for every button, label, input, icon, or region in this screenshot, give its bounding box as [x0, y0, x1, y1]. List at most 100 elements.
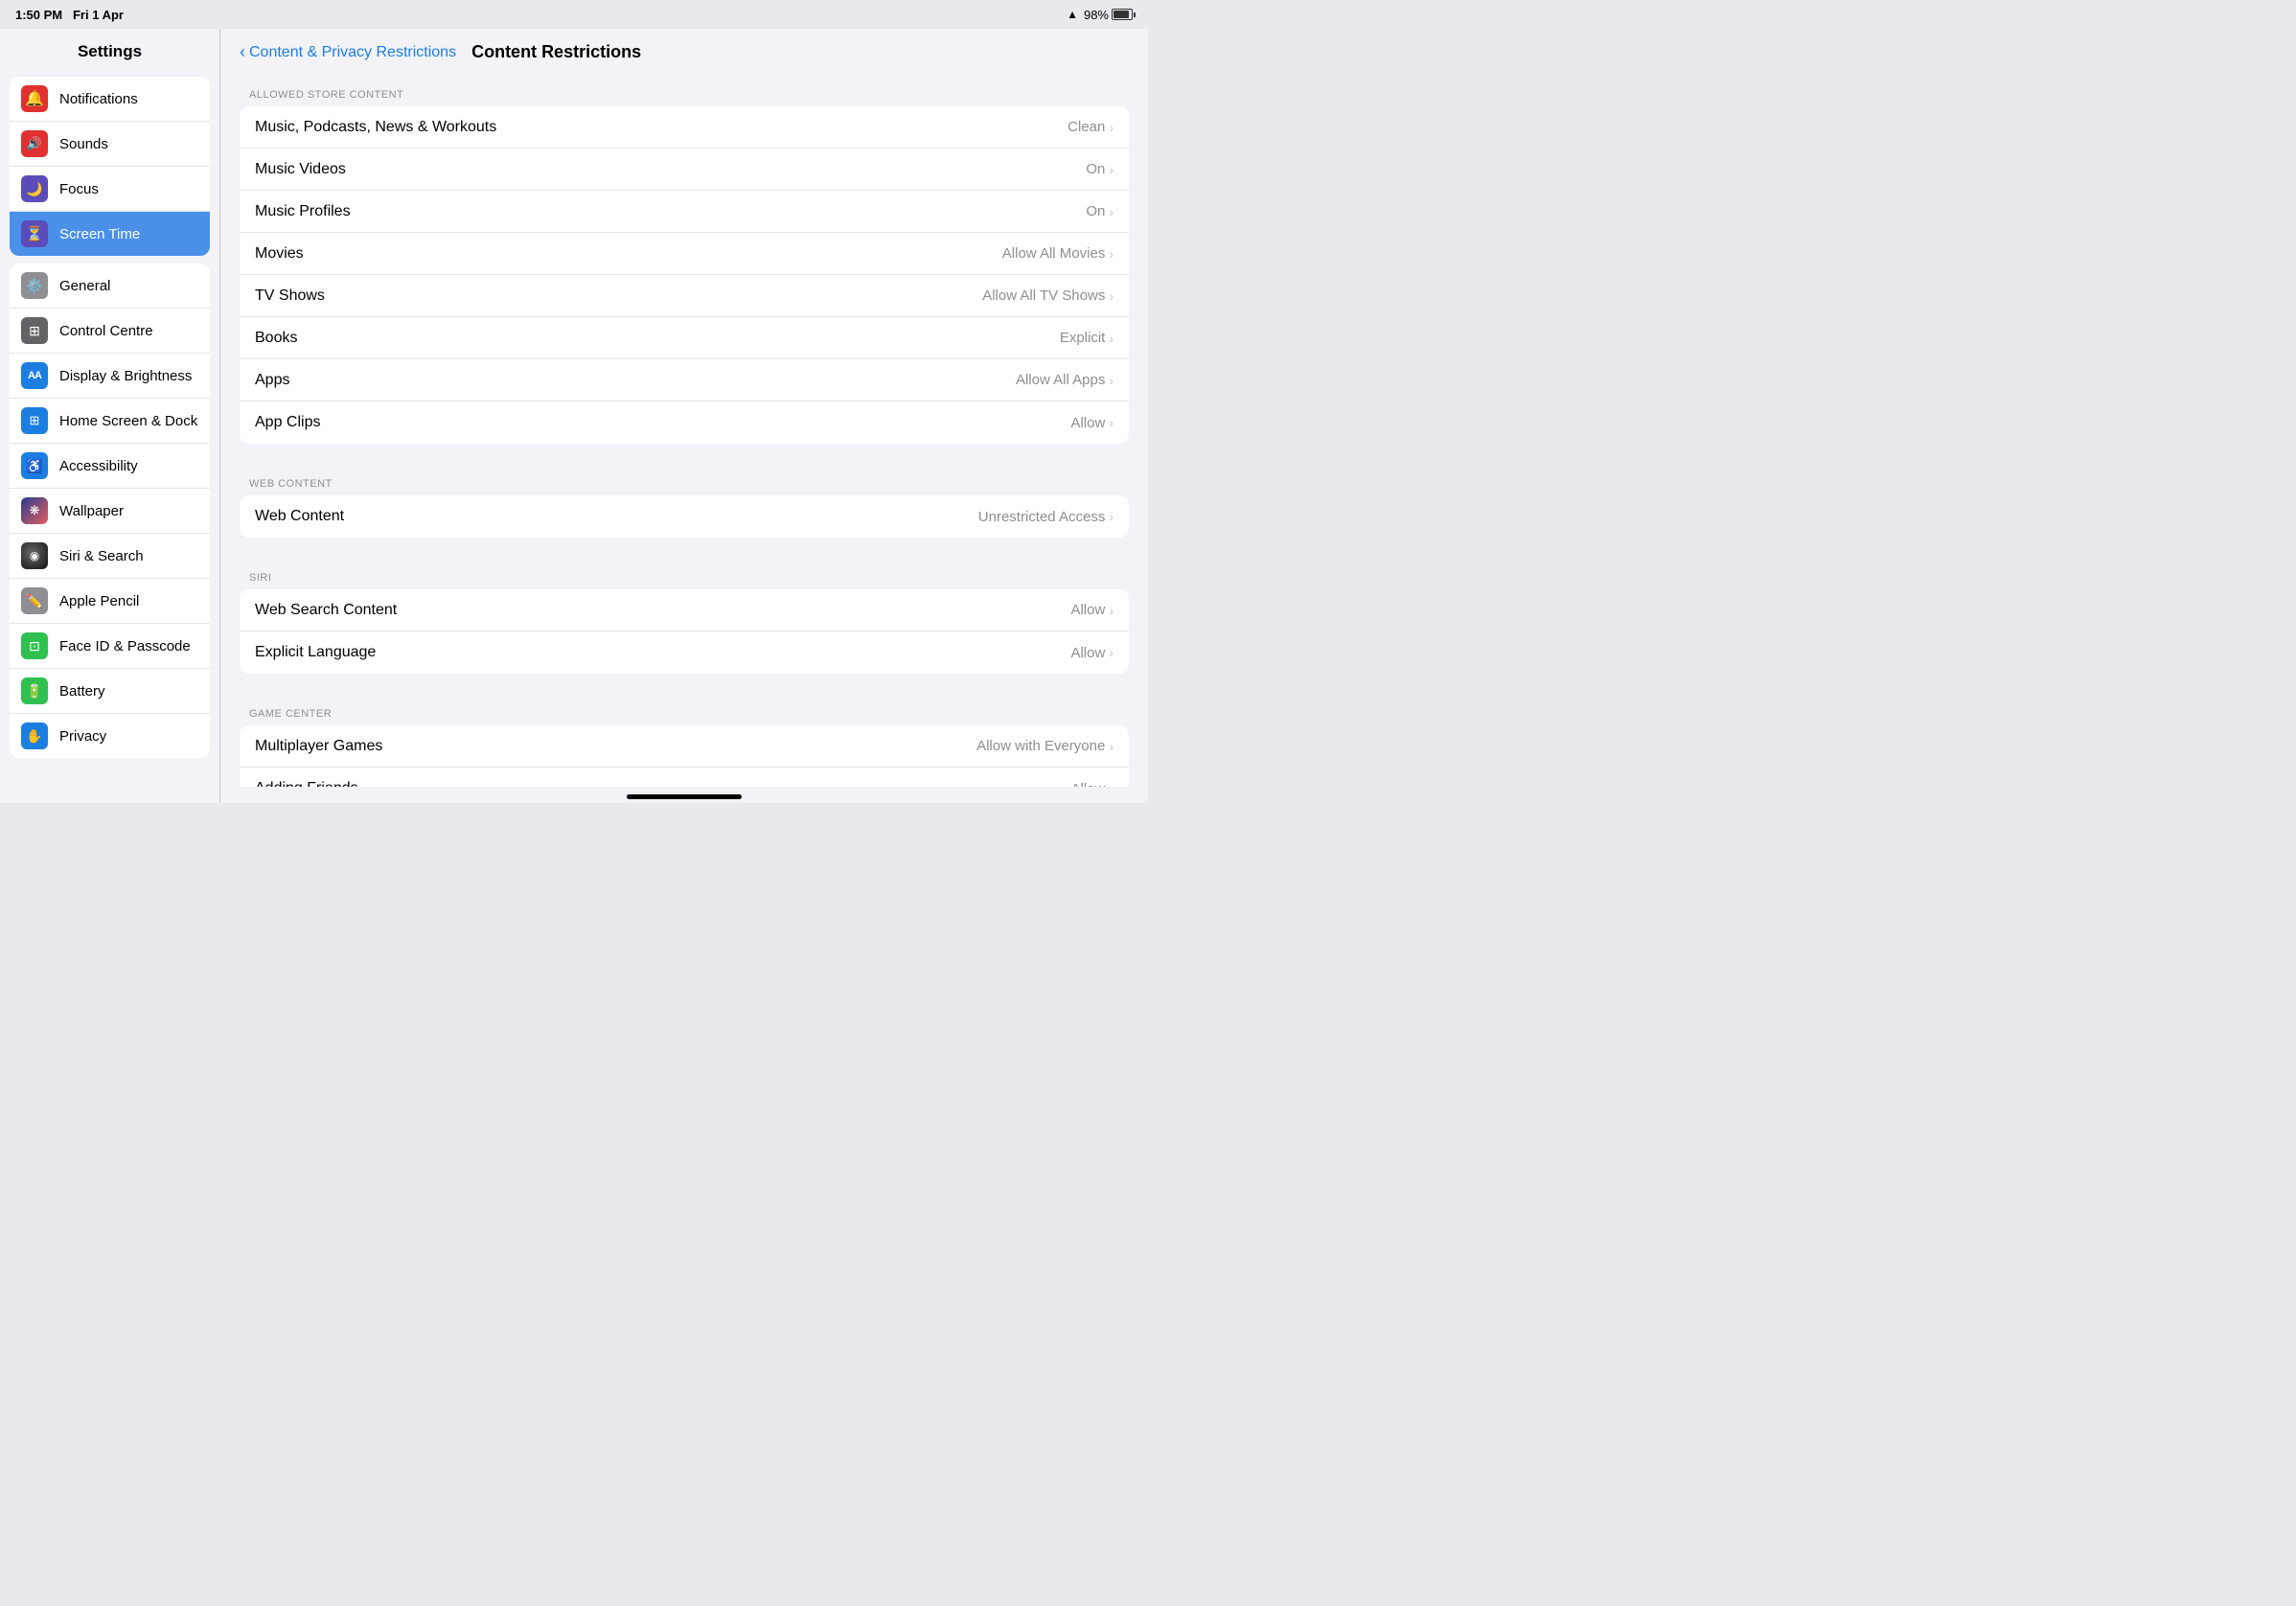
page-title: Content Restrictions [471, 42, 641, 62]
privacy-icon: ✋ [21, 723, 48, 749]
sidebar-item-general[interactable]: ⚙️ General [10, 264, 210, 309]
row-label: Movies [255, 245, 304, 263]
sidebar-item-notifications[interactable]: 🔔 Notifications [10, 77, 210, 122]
right-panel: ‹ Content & Privacy Restrictions Content… [220, 29, 1148, 803]
sidebar-item-label: Home Screen & Dock [59, 413, 197, 429]
screen-time-icon: ⏳ [21, 220, 48, 247]
row-label: Music, Podcasts, News & Workouts [255, 119, 496, 136]
sidebar-item-label: Display & Brightness [59, 368, 192, 384]
sidebar-item-battery[interactable]: 🔋 Battery [10, 669, 210, 714]
row-web-content[interactable]: Web Content Unrestricted Access › [240, 495, 1129, 538]
right-header: ‹ Content & Privacy Restrictions Content… [220, 29, 1148, 74]
chevron-right-icon: › [1109, 246, 1114, 262]
section-header-siri: SIRI [240, 557, 1129, 589]
sidebar-item-label: Privacy [59, 728, 106, 745]
sidebar-item-accessibility[interactable]: ♿ Accessibility [10, 444, 210, 489]
apple-pencil-icon: ✏️ [21, 587, 48, 614]
row-music-videos[interactable]: Music Videos On › [240, 149, 1129, 191]
battery-percentage: 98% [1084, 8, 1109, 22]
accessibility-icon: ♿ [21, 452, 48, 479]
row-apps[interactable]: Apps Allow All Apps › [240, 359, 1129, 402]
battery-fill [1114, 11, 1129, 18]
chevron-right-icon: › [1109, 781, 1114, 787]
chevron-right-icon: › [1109, 120, 1114, 135]
row-adding-friends[interactable]: Adding Friends Allow › [240, 768, 1129, 787]
chevron-right-icon: › [1109, 288, 1114, 304]
web-content-group: Web Content Unrestricted Access › [240, 495, 1129, 538]
row-right: Unrestricted Access › [978, 509, 1114, 525]
row-label: TV Shows [255, 287, 325, 305]
row-label: Web Search Content [255, 602, 397, 619]
row-value: On [1086, 161, 1105, 177]
sounds-icon: 🔊 [21, 130, 48, 157]
row-right: Allow › [1070, 781, 1114, 788]
chevron-right-icon: › [1109, 162, 1114, 177]
row-value: On [1086, 203, 1105, 219]
row-label: Multiplayer Games [255, 738, 382, 755]
back-button[interactable]: ‹ Content & Privacy Restrictions [240, 42, 456, 62]
siri-search-icon: ◉ [21, 542, 48, 569]
sidebar-item-face-id[interactable]: ⊡ Face ID & Passcode [10, 624, 210, 669]
chevron-right-icon: › [1109, 645, 1114, 660]
sidebar-item-label: Wallpaper [59, 503, 124, 519]
sidebar: Settings 🔔 Notifications 🔊 Sounds 🌙 Focu… [0, 29, 220, 803]
sidebar-item-apple-pencil[interactable]: ✏️ Apple Pencil [10, 579, 210, 624]
row-music-podcasts[interactable]: Music, Podcasts, News & Workouts Clean › [240, 106, 1129, 149]
row-label: Explicit Language [255, 644, 376, 661]
sidebar-item-home-screen[interactable]: ⊞ Home Screen & Dock [10, 399, 210, 444]
row-value: Allow [1070, 645, 1105, 661]
row-right: On › [1086, 161, 1114, 177]
status-time-date: 1:50 PM Fri 1 Apr [15, 8, 124, 22]
row-movies[interactable]: Movies Allow All Movies › [240, 233, 1129, 275]
chevron-right-icon: › [1109, 739, 1114, 754]
wifi-icon: ▲ [1067, 8, 1078, 21]
sidebar-item-siri-search[interactable]: ◉ Siri & Search [10, 534, 210, 579]
row-right: Allow › [1070, 645, 1114, 661]
main-layout: Settings 🔔 Notifications 🔊 Sounds 🌙 Focu… [0, 29, 1148, 803]
sidebar-item-sounds[interactable]: 🔊 Sounds [10, 122, 210, 167]
row-label: Music Videos [255, 161, 346, 178]
row-right: Allow All Movies › [1002, 245, 1114, 262]
general-icon: ⚙️ [21, 272, 48, 299]
row-explicit-language[interactable]: Explicit Language Allow › [240, 631, 1129, 674]
row-right: Explicit › [1060, 330, 1114, 346]
sidebar-item-label: Control Centre [59, 323, 153, 339]
sidebar-item-label: General [59, 278, 110, 294]
right-content: ALLOWED STORE CONTENT Music, Podcasts, N… [220, 74, 1148, 787]
section-header-store: ALLOWED STORE CONTENT [240, 74, 1129, 106]
row-value: Unrestricted Access [978, 509, 1106, 525]
row-label: Apps [255, 372, 289, 389]
sidebar-item-privacy[interactable]: ✋ Privacy [10, 714, 210, 758]
sidebar-item-focus[interactable]: 🌙 Focus [10, 167, 210, 212]
sidebar-item-wallpaper[interactable]: ❋ Wallpaper [10, 489, 210, 534]
sidebar-bottom-section: ⚙️ General ⊞ Control Centre AA Display &… [10, 264, 210, 758]
row-label: App Clips [255, 414, 320, 431]
row-value: Allow [1070, 781, 1105, 788]
game-center-group: Multiplayer Games Allow with Everyone › … [240, 725, 1129, 787]
sidebar-item-control-centre[interactable]: ⊞ Control Centre [10, 309, 210, 354]
sidebar-item-display-brightness[interactable]: AA Display & Brightness [10, 354, 210, 399]
row-value: Clean [1068, 119, 1105, 135]
siri-group: Web Search Content Allow › Explicit Lang… [240, 589, 1129, 674]
row-label: Music Profiles [255, 203, 351, 220]
row-web-search-content[interactable]: Web Search Content Allow › [240, 589, 1129, 631]
wallpaper-icon: ❋ [21, 497, 48, 524]
section-header-game-center: GAME CENTER [240, 693, 1129, 725]
chevron-right-icon: › [1109, 204, 1114, 219]
sidebar-item-screen-time[interactable]: ⏳ Screen Time [10, 212, 210, 256]
allowed-store-content-group: Music, Podcasts, News & Workouts Clean ›… [240, 106, 1129, 444]
back-chevron-icon: ‹ [240, 42, 245, 62]
section-header-web: WEB CONTENT [240, 463, 1129, 495]
status-bar: 1:50 PM Fri 1 Apr ▲ 98% [0, 0, 1148, 29]
row-value: Allow [1070, 415, 1105, 431]
row-tv-shows[interactable]: TV Shows Allow All TV Shows › [240, 275, 1129, 317]
battery-container: 98% [1084, 8, 1133, 22]
back-label: Content & Privacy Restrictions [249, 44, 456, 61]
sidebar-title: Settings [0, 29, 219, 73]
row-value: Allow All TV Shows [982, 287, 1105, 304]
row-app-clips[interactable]: App Clips Allow › [240, 402, 1129, 444]
row-books[interactable]: Books Explicit › [240, 317, 1129, 359]
row-multiplayer-games[interactable]: Multiplayer Games Allow with Everyone › [240, 725, 1129, 768]
row-label: Web Content [255, 508, 344, 525]
row-music-profiles[interactable]: Music Profiles On › [240, 191, 1129, 233]
